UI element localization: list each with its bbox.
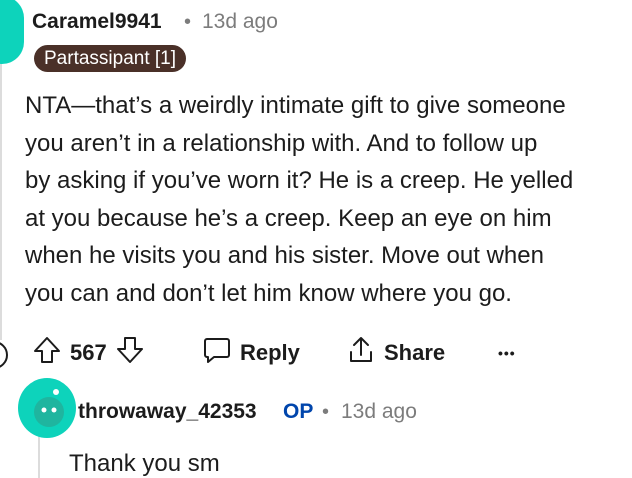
reply-label: Reply (240, 340, 300, 365)
comment-line: when he visits you and his sister. Move … (25, 242, 544, 269)
comment-line: at you because he’s a creep. Keep an eye… (25, 204, 552, 232)
reply-username[interactable]: throwaway_42353 (78, 400, 257, 424)
reply-avatar[interactable] (18, 378, 76, 438)
share-button[interactable]: Share (346, 335, 445, 371)
separator-dot: • (184, 11, 192, 33)
share-icon (346, 335, 376, 371)
comment-username[interactable]: Caramel9941 (32, 10, 162, 34)
user-flair: Partassipant [1] (34, 45, 187, 72)
reply-timestamp[interactable]: 13d ago (341, 400, 417, 424)
vote-group: 567 (32, 335, 145, 371)
share-label: Share (384, 340, 446, 365)
comment-line: you aren’t in a relationship with. And t… (25, 129, 538, 157)
comment-action-bar: 567 Reply Share ••• (0, 335, 632, 371)
comment-line: by asking if you’ve worn it? He is a cre… (25, 167, 574, 194)
comment-line: NTA—that’s a weirdly intimate gift to gi… (25, 92, 566, 119)
comment-timestamp[interactable]: 13d ago (202, 10, 278, 34)
downvote-icon[interactable] (115, 335, 145, 371)
separator-dot: • (322, 401, 330, 423)
comment-icon (202, 335, 232, 371)
comment-body: NTA—that’s a weirdly intimate gift to gi… (25, 87, 630, 312)
snoo-avatar-icon (34, 389, 64, 427)
comment-line: you can and don’t let him know where you… (25, 279, 512, 307)
upvote-icon[interactable] (32, 335, 62, 371)
reply-body: Thank you sm (69, 450, 220, 477)
reply-button[interactable]: Reply (202, 335, 300, 371)
vote-count: 567 (70, 340, 107, 365)
op-badge: OP (283, 400, 314, 423)
more-icon[interactable]: ••• (498, 335, 516, 371)
avatar[interactable] (0, 0, 24, 64)
